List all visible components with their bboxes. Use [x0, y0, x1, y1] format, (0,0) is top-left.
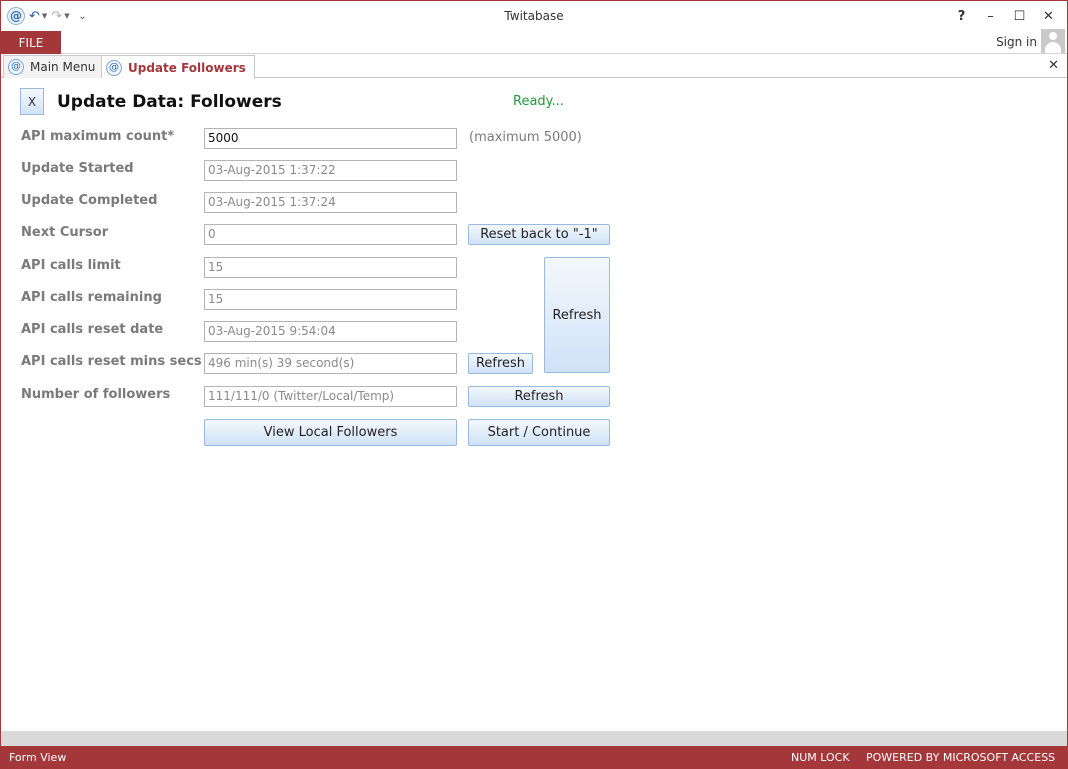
refresh-reset-mins-button[interactable]: Refresh	[468, 353, 533, 374]
form-view: X Update Data: Followers Ready... API ma…	[1, 78, 1067, 731]
api-calls-remaining-field[interactable]: 15	[204, 289, 457, 310]
status-bar: Form View NUM LOCK POWERED BY MICROSOFT …	[1, 746, 1067, 768]
refresh-followers-button[interactable]: Refresh	[468, 386, 610, 407]
reset-cursor-button[interactable]: Reset back to "-1"	[468, 224, 610, 245]
page-title: Update Data: Followers	[57, 92, 282, 112]
tab-label: Update Followers	[128, 60, 246, 75]
powered-by-text: POWERED BY MICROSOFT ACCESS	[866, 751, 1056, 764]
api-calls-reset-date-field[interactable]: 03-Aug-2015 9:54:04	[204, 321, 457, 342]
update-completed-label: Update Completed	[21, 193, 158, 208]
horizontal-scrollbar[interactable]	[1, 731, 1067, 746]
api-calls-limit-field[interactable]: 15	[204, 257, 457, 278]
tab-main-menu[interactable]: @ Main Menu	[3, 55, 105, 78]
view-local-followers-button[interactable]: View Local Followers	[204, 419, 457, 446]
update-completed-field[interactable]: 03-Aug-2015 1:37:24	[204, 192, 457, 213]
close-document-button[interactable]: ✕	[1048, 58, 1059, 73]
sign-in-link[interactable]: Sign in	[996, 35, 1037, 49]
api-calls-reset-date-label: API calls reset date	[21, 322, 164, 337]
maximize-button[interactable]: ☐	[1005, 5, 1034, 27]
tab-update-followers[interactable]: @ Update Followers	[101, 55, 255, 79]
refresh-api-limits-button[interactable]: Refresh	[544, 257, 610, 373]
help-button[interactable]: ?	[947, 5, 976, 27]
api-max-count-label: API maximum count*	[21, 129, 175, 144]
app-window: @ ↶ ▼ ↷ ▼ ⌄ Twitabase ? – ☐ ✕ FILE Sign in…	[0, 0, 1068, 769]
title-bar: @ ↶ ▼ ↷ ▼ ⌄ Twitabase ? – ☐ ✕	[1, 1, 1067, 31]
document-tabs: @ Main Menu @ Update Followers ✕	[1, 54, 1067, 79]
api-calls-limit-label: API calls limit	[21, 258, 121, 273]
close-button[interactable]: ✕	[1034, 5, 1063, 27]
api-calls-reset-mins-label: API calls reset mins secs	[21, 354, 202, 369]
next-cursor-label: Next Cursor	[21, 225, 109, 240]
file-tab[interactable]: FILE	[1, 31, 61, 54]
avatar[interactable]	[1041, 29, 1065, 53]
api-max-count-hint: (maximum 5000)	[469, 130, 582, 145]
num-lock-indicator: NUM LOCK	[791, 751, 850, 764]
minimize-button[interactable]: –	[976, 5, 1005, 27]
view-mode-text: Form View	[9, 751, 67, 764]
tab-label: Main Menu	[30, 60, 96, 74]
start-continue-button[interactable]: Start / Continue	[468, 419, 610, 446]
form-icon: @	[106, 59, 122, 76]
window-title: Twitabase	[504, 9, 564, 23]
status-text: Ready...	[513, 94, 564, 109]
api-calls-remaining-label: API calls remaining	[21, 290, 162, 305]
close-form-button[interactable]: X	[20, 88, 44, 115]
ribbon-tabs: FILE Sign in	[1, 29, 1067, 54]
next-cursor-field[interactable]: 0	[204, 224, 457, 245]
api-max-count-field[interactable]: 5000	[204, 128, 457, 149]
number-of-followers-field[interactable]: 111/111/0 (Twitter/Local/Temp)	[204, 386, 457, 407]
form-icon: @	[8, 59, 24, 75]
window-controls: ? – ☐ ✕	[947, 5, 1063, 27]
api-calls-reset-mins-field[interactable]: 496 min(s) 39 second(s)	[204, 353, 457, 374]
update-started-label: Update Started	[21, 161, 134, 176]
number-of-followers-label: Number of followers	[21, 387, 171, 402]
update-started-field[interactable]: 03-Aug-2015 1:37:22	[204, 160, 457, 181]
